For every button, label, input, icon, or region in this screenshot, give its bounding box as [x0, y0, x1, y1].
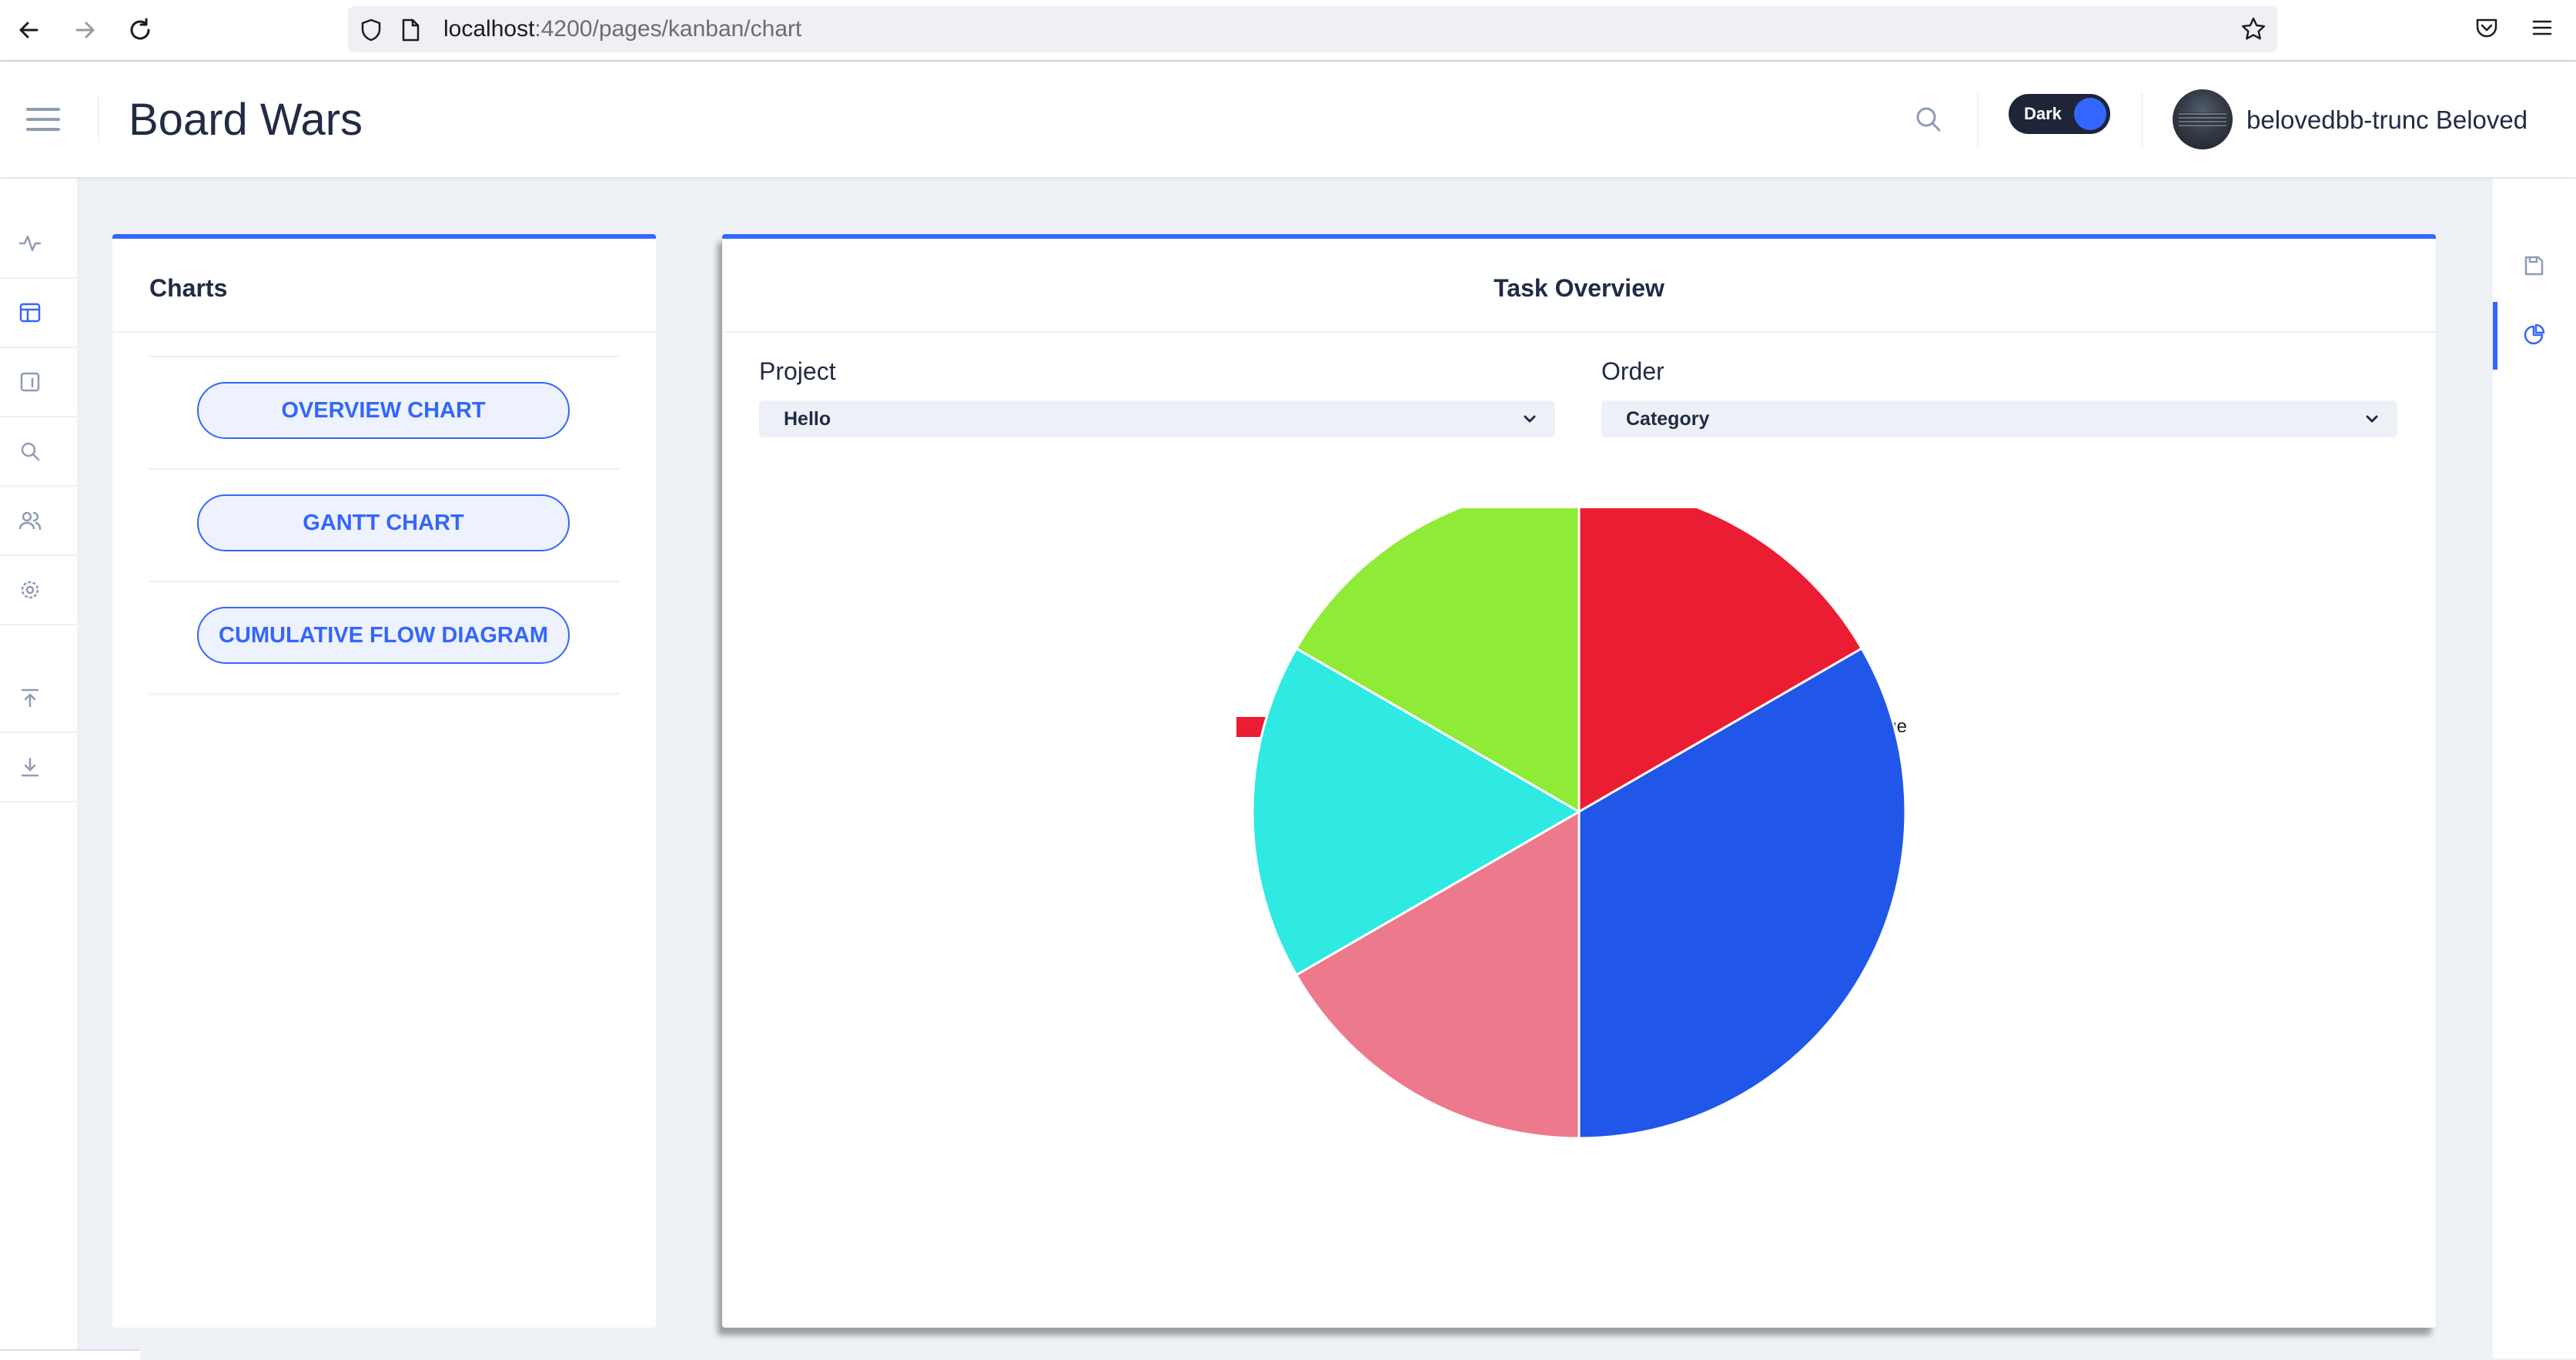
task-overview-title: Task Overview: [1494, 274, 1664, 302]
sidebar-item-activity[interactable]: [0, 209, 77, 279]
task-overview-card: Task Overview Project Hello Order Catego…: [722, 234, 2436, 1328]
charts-card: Charts OVERVIEW CHART GANTT CHART CUMULA…: [112, 234, 656, 1328]
project-select-value: Hello: [784, 408, 831, 430]
order-label: Order: [1601, 357, 1664, 385]
card-divider: [112, 331, 656, 333]
sidebar-item-users[interactable]: [0, 487, 77, 556]
right-rail-item-charts[interactable]: [2493, 302, 2576, 370]
header-separator: [2141, 92, 2143, 146]
header-separator: [98, 96, 99, 142]
url-host: localhost: [443, 16, 535, 42]
overview-chart-button[interactable]: OVERVIEW CHART: [197, 382, 570, 439]
username[interactable]: belovedbb-trunc Beloved: [2246, 106, 2527, 135]
sidebar-item-layout[interactable]: [0, 279, 77, 348]
order-select-value: Category: [1626, 408, 1710, 430]
sidebar: [0, 179, 77, 1358]
search-icon[interactable]: [1914, 105, 1943, 134]
cumulative-flow-diagram-button[interactable]: CUMULATIVE FLOW DIAGRAM: [197, 607, 570, 664]
shield-icon[interactable]: [360, 18, 382, 42]
menu-icon[interactable]: [2530, 15, 2554, 40]
back-icon[interactable]: [14, 15, 45, 45]
right-rail: [2493, 179, 2576, 1358]
list-divider: [149, 468, 619, 470]
theme-toggle[interactable]: Dark: [2009, 94, 2110, 134]
browser-toolbar: localhost:4200/pages/kanban/chart: [0, 0, 2576, 62]
forward-icon[interactable]: [69, 15, 100, 45]
app-title: Board Wars: [129, 95, 363, 145]
url-text[interactable]: localhost:4200/pages/kanban/chart: [443, 16, 801, 42]
pie-chart-icon: [2524, 323, 2545, 345]
list-divider: [149, 356, 619, 357]
charts-card-title: Charts: [149, 274, 228, 302]
url-path: :4200/pages/kanban/chart: [534, 16, 802, 42]
hamburger-menu-icon[interactable]: [25, 104, 62, 135]
reload-icon[interactable]: [125, 15, 156, 45]
sidebar-item-download[interactable]: [0, 733, 77, 802]
layout-icon: [19, 303, 41, 323]
settings-icon: [21, 581, 39, 599]
toggle-knob: [2074, 98, 2106, 130]
upload-icon: [21, 688, 39, 708]
sidebar-item-board[interactable]: [0, 348, 77, 417]
pie-chart: [1251, 508, 1907, 1140]
project-label: Project: [759, 357, 836, 385]
activity-icon: [18, 235, 42, 252]
sidebar-item-search[interactable]: [0, 417, 77, 487]
search-icon: [21, 442, 40, 461]
header-separator: [1977, 92, 1979, 146]
list-divider: [149, 693, 619, 695]
url-bar[interactable]: localhost:4200/pages/kanban/chart: [348, 6, 2277, 52]
gantt-chart-button[interactable]: GANTT CHART: [197, 494, 570, 551]
order-select[interactable]: Category: [1601, 400, 2397, 437]
download-icon: [21, 757, 39, 777]
card-divider: [722, 331, 2436, 333]
right-rail-item-save[interactable]: [2493, 233, 2576, 300]
star-icon[interactable]: [2240, 16, 2267, 42]
project-select[interactable]: Hello: [759, 400, 1555, 437]
sidebar-item-upload[interactable]: [0, 664, 77, 733]
list-divider: [149, 581, 619, 582]
app-header: Board Wars Dark belovedbb-trunc Beloved: [0, 62, 2576, 177]
sidebar-item-settings[interactable]: [0, 556, 77, 625]
chevron-down-icon: [2366, 415, 2378, 423]
board-icon: [20, 372, 40, 392]
avatar[interactable]: [2173, 89, 2233, 149]
page-icon[interactable]: [400, 18, 420, 42]
chevron-down-icon: [1524, 415, 1536, 423]
theme-toggle-label: Dark: [2024, 104, 2062, 123]
users-icon: [18, 511, 42, 531]
pocket-icon[interactable]: [2474, 15, 2499, 40]
save-icon: [2524, 256, 2544, 276]
